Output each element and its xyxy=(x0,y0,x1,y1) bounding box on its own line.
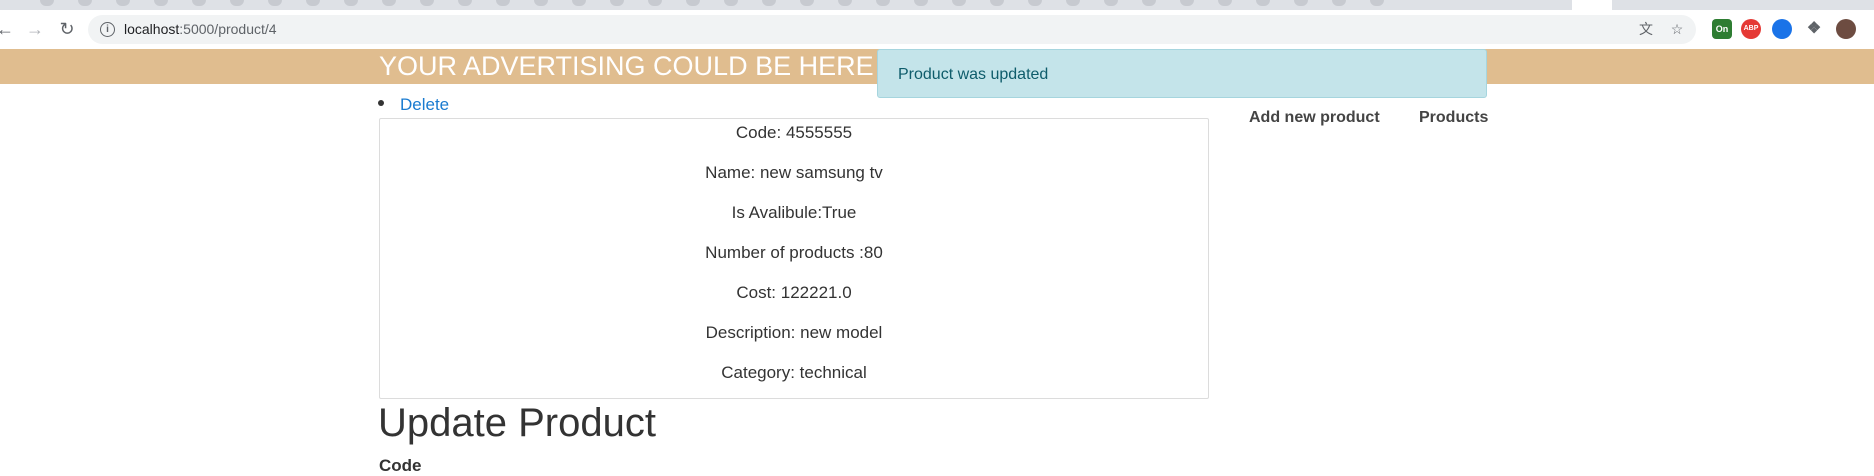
browser-tab[interactable] xyxy=(1142,0,1156,6)
browser-tab[interactable] xyxy=(1066,0,1080,6)
translate-icon[interactable]: 文 xyxy=(1636,15,1656,44)
browser-tab[interactable] xyxy=(876,0,890,6)
browser-tab[interactable] xyxy=(648,0,662,6)
list-bullet xyxy=(378,100,384,106)
forward-arrow-icon[interactable]: → xyxy=(24,18,46,40)
profile-avatar-icon[interactable] xyxy=(1836,19,1856,39)
browser-tab[interactable] xyxy=(116,0,130,6)
url-path: :5000/product/4 xyxy=(179,21,277,37)
browser-tab[interactable] xyxy=(838,0,852,6)
browser-tab[interactable] xyxy=(78,0,92,6)
product-availability: Is Avalibule:True xyxy=(731,203,857,222)
browser-tab[interactable] xyxy=(458,0,472,6)
url-host: localhost xyxy=(124,21,180,37)
browser-tab[interactable] xyxy=(192,0,206,6)
add-new-product-link[interactable]: Add new product xyxy=(1249,109,1380,127)
browser-tab[interactable] xyxy=(762,0,776,6)
page-title: Update Product xyxy=(378,401,656,445)
code-field-label: Code xyxy=(379,456,422,475)
browser-tab[interactable] xyxy=(1370,0,1384,6)
product-details-card: Code: 4555555 Name: new samsung tv Is Av… xyxy=(379,118,1209,399)
browser-tab[interactable] xyxy=(306,0,320,6)
browser-tab[interactable] xyxy=(990,0,1004,6)
browser-tab[interactable] xyxy=(1294,0,1308,6)
product-count: Number of products :80 xyxy=(705,243,883,262)
browser-tab-strip xyxy=(0,0,1874,10)
address-bar[interactable]: i localhost:5000/product/4 文 ☆ xyxy=(88,15,1696,44)
back-arrow-icon[interactable]: ← xyxy=(0,18,16,40)
browser-tab[interactable] xyxy=(1256,0,1270,6)
browser-tab[interactable] xyxy=(1104,0,1118,6)
browser-tab[interactable] xyxy=(610,0,624,6)
browser-tab[interactable] xyxy=(952,0,966,6)
address-url[interactable]: localhost:5000/product/4 xyxy=(124,15,277,44)
flash-message: Product was updated xyxy=(877,49,1487,98)
delete-link[interactable]: Delete xyxy=(400,95,449,115)
browser-tab[interactable] xyxy=(914,0,928,6)
ad-banner-text: YOUR ADVERTISING COULD BE HERE xyxy=(379,51,874,81)
product-name: Name: new samsung tv xyxy=(705,163,883,182)
puzzle-extensions-icon[interactable]: ❖ xyxy=(1804,19,1824,39)
product-cost: Cost: 122221.0 xyxy=(736,283,852,302)
product-category: Category: technical xyxy=(721,363,867,382)
browser-tab[interactable] xyxy=(230,0,244,6)
browser-toolbar: ← → ↻ i localhost:5000/product/4 文 ☆ On … xyxy=(0,10,1874,50)
site-info-icon[interactable]: i xyxy=(100,22,115,37)
on-extension-icon[interactable]: On xyxy=(1712,19,1732,39)
product-code: Code: 4555555 xyxy=(735,123,853,142)
browser-tab[interactable] xyxy=(686,0,700,6)
products-link[interactable]: Products xyxy=(1419,109,1488,127)
browser-tab[interactable] xyxy=(534,0,548,6)
browser-tab[interactable] xyxy=(1028,0,1042,6)
reload-icon[interactable]: ↻ xyxy=(56,18,78,40)
abp-icon[interactable]: ABP xyxy=(1741,19,1761,39)
browser-tab[interactable] xyxy=(496,0,510,6)
browser-tab[interactable] xyxy=(724,0,738,6)
browser-tab[interactable] xyxy=(420,0,434,6)
bookmark-star-icon[interactable]: ☆ xyxy=(1667,15,1687,44)
browser-tab[interactable] xyxy=(800,0,814,6)
browser-tab[interactable] xyxy=(572,0,586,6)
browser-tab[interactable] xyxy=(344,0,358,6)
active-tab[interactable] xyxy=(1572,0,1612,10)
browser-tab[interactable] xyxy=(154,0,168,6)
product-description: Description: new model xyxy=(705,323,883,342)
blue-extension-icon[interactable] xyxy=(1772,19,1792,39)
browser-tab[interactable] xyxy=(40,0,54,6)
browser-tab[interactable] xyxy=(1180,0,1194,6)
browser-tab[interactable] xyxy=(1332,0,1346,6)
browser-tab[interactable] xyxy=(382,0,396,6)
browser-tab[interactable] xyxy=(1218,0,1232,6)
browser-tab[interactable] xyxy=(268,0,282,6)
